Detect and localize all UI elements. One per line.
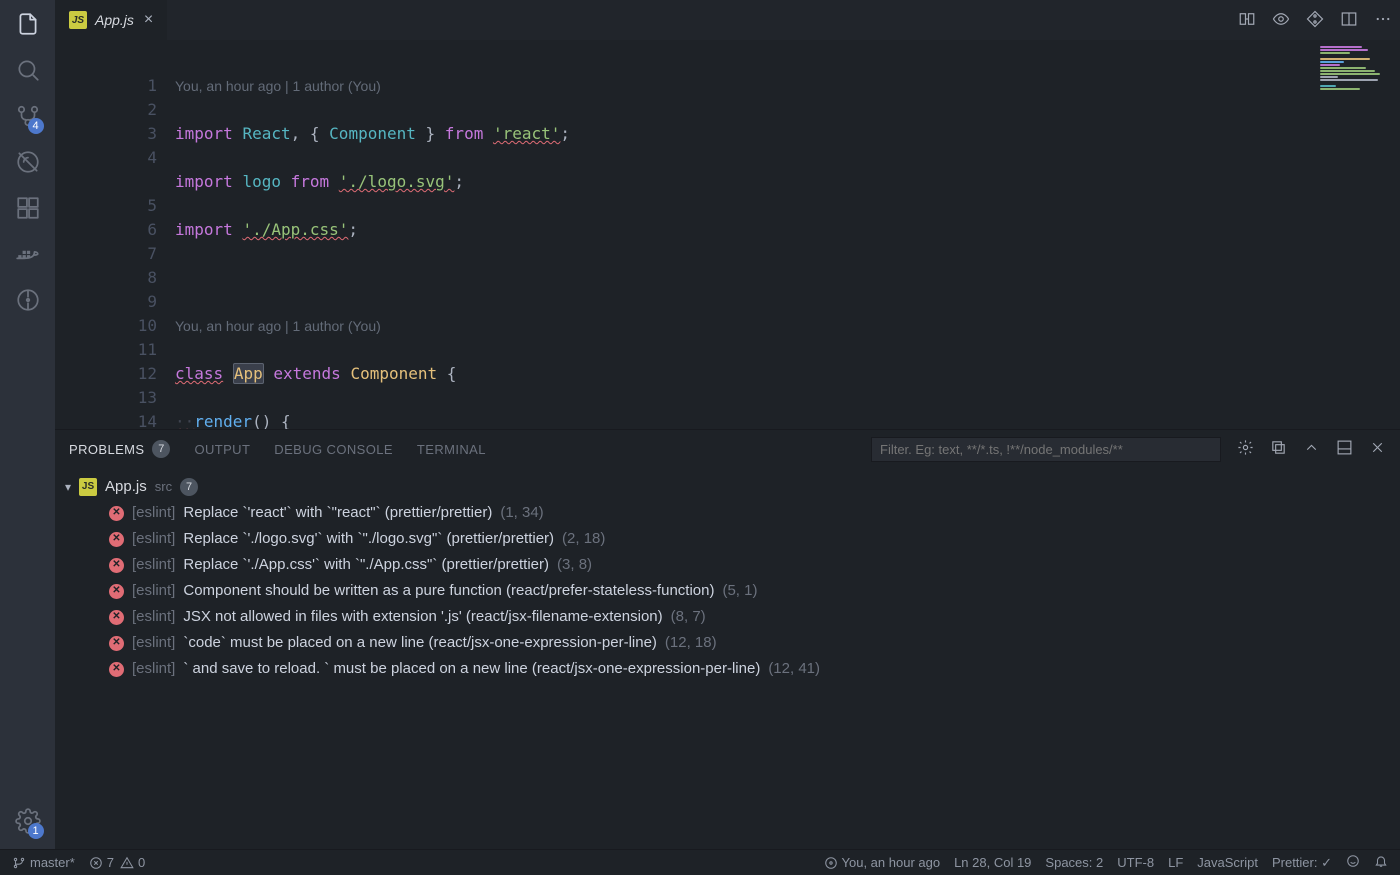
problem-location: (1, 34): [500, 500, 543, 526]
error-icon: ✕: [109, 558, 124, 573]
error-icon: ✕: [109, 506, 124, 521]
panel-tabs: PROBLEMS 7 OUTPUT DEBUG CONSOLE TERMINAL: [55, 430, 1400, 468]
problem-location: (3, 8): [557, 552, 592, 578]
problem-item[interactable]: ✕ [eslint] ` and save to reload. ` must be…: [65, 656, 1390, 682]
problem-message: Component should be written as a pure fu…: [183, 578, 714, 604]
bottom-panel: PROBLEMS 7 OUTPUT DEBUG CONSOLE TERMINAL: [55, 429, 1400, 849]
problem-item[interactable]: ✕ [eslint] Replace `'./logo.svg'` with `".…: [65, 526, 1390, 552]
gitlens-icon[interactable]: [14, 286, 42, 314]
problem-message: Replace `'react'` with `"react"` (pretti…: [183, 500, 492, 526]
filter-settings-icon[interactable]: [1237, 439, 1254, 459]
toggle-preview-icon[interactable]: [1272, 10, 1290, 31]
file-icon-js: JS: [79, 478, 97, 496]
docker-icon[interactable]: [14, 240, 42, 268]
error-icon: ✕: [109, 636, 124, 651]
feedback-icon[interactable]: [1346, 854, 1360, 871]
compare-changes-icon[interactable]: [1238, 10, 1256, 31]
problem-message: ` and save to reload. ` must be placed o…: [183, 656, 760, 682]
close-icon[interactable]: ×: [142, 11, 155, 29]
status-bar: master* 7 0 You, an hour ago Ln 28, Col …: [0, 849, 1400, 875]
code-lines[interactable]: You, an hour ago | 1 author (You) import…: [175, 40, 1400, 429]
scm-badge: 4: [28, 118, 44, 134]
problem-source: [eslint]: [132, 526, 175, 552]
problem-item[interactable]: ✕ [eslint] Replace `'react'` with `"react"…: [65, 500, 1390, 526]
problem-source: [eslint]: [132, 500, 175, 526]
main-area: 4 1 JS App.js ×: [0, 0, 1400, 849]
tab-output[interactable]: OUTPUT: [194, 442, 250, 457]
problem-source: [eslint]: [132, 656, 175, 682]
activity-bar: 4 1: [0, 0, 55, 849]
problem-message: Replace `'./App.css'` with `"./App.css"`…: [183, 552, 549, 578]
status-warnings[interactable]: 0: [120, 855, 145, 870]
editor-group: JS App.js × 1 2 3 4 5 6 7: [55, 0, 1400, 849]
problem-location: (8, 7): [671, 604, 706, 630]
problems-count-badge: 7: [152, 440, 170, 458]
problem-message: Replace `'./logo.svg'` with `"./logo.svg…: [183, 526, 554, 552]
problem-item[interactable]: ✕ [eslint] `code` must be placed on a new …: [65, 630, 1390, 656]
codelens[interactable]: You, an hour ago | 1 author (You): [175, 314, 1400, 338]
problems-filter-input[interactable]: [871, 437, 1221, 462]
status-eol[interactable]: LF: [1168, 855, 1183, 870]
maximize-panel-icon[interactable]: [1336, 439, 1353, 459]
tab-debug-console[interactable]: DEBUG CONSOLE: [274, 442, 393, 457]
problem-location: (2, 18): [562, 526, 605, 552]
status-blame[interactable]: You, an hour ago: [824, 855, 941, 870]
git-icon[interactable]: [1306, 10, 1324, 31]
split-editor-icon[interactable]: [1340, 10, 1358, 31]
file-problem-count: 7: [180, 478, 198, 496]
chevron-up-icon[interactable]: [1303, 439, 1320, 459]
problem-message: `code` must be placed on a new line (rea…: [183, 630, 657, 656]
tab-app-js[interactable]: JS App.js ×: [55, 0, 167, 40]
tab-bar: JS App.js ×: [55, 0, 1400, 40]
tab-label: App.js: [95, 12, 134, 28]
code-editor[interactable]: 1 2 3 4 5 6 7 8 9 10 11 12 13 14 15 You,…: [55, 40, 1400, 429]
status-encoding[interactable]: UTF-8: [1117, 855, 1154, 870]
status-cursor-position[interactable]: Ln 28, Col 19: [954, 855, 1031, 870]
editor-title-actions: [1238, 10, 1392, 31]
error-icon: ✕: [109, 584, 124, 599]
problem-source: [eslint]: [132, 578, 175, 604]
status-language[interactable]: JavaScript: [1197, 855, 1258, 870]
problem-location: (5, 1): [722, 578, 757, 604]
settings-icon[interactable]: 1: [14, 807, 42, 835]
more-icon[interactable]: [1374, 10, 1392, 31]
status-prettier[interactable]: Prettier: ✓: [1272, 855, 1332, 871]
file-icon-js: JS: [69, 11, 87, 29]
problem-item[interactable]: ✕ [eslint] Replace `'./App.css'` with `"./…: [65, 552, 1390, 578]
collapse-all-icon[interactable]: [1270, 439, 1287, 459]
extensions-icon[interactable]: [14, 194, 42, 222]
chevron-down-icon: ▾: [65, 474, 71, 500]
error-icon: ✕: [109, 662, 124, 677]
problem-source: [eslint]: [132, 630, 175, 656]
error-icon: ✕: [109, 532, 124, 547]
tab-terminal[interactable]: TERMINAL: [417, 442, 486, 457]
problem-source: [eslint]: [132, 604, 175, 630]
search-icon[interactable]: [14, 56, 42, 84]
problem-item[interactable]: ✕ [eslint] Component should be written as …: [65, 578, 1390, 604]
settings-badge: 1: [28, 823, 44, 839]
problem-location: (12, 18): [665, 630, 717, 656]
error-icon: ✕: [109, 610, 124, 625]
close-panel-icon[interactable]: [1369, 439, 1386, 459]
codelens[interactable]: You, an hour ago | 1 author (You): [175, 74, 1400, 98]
status-errors[interactable]: 7: [89, 855, 114, 870]
problem-location: (12, 41): [768, 656, 820, 682]
line-gutter: 1 2 3 4 5 6 7 8 9 10 11 12 13 14 15: [55, 40, 175, 429]
source-control-icon[interactable]: 4: [14, 102, 42, 130]
status-branch[interactable]: master*: [12, 855, 75, 870]
problems-file-row[interactable]: ▾ JS App.js src 7: [65, 474, 1390, 500]
problem-message: JSX not allowed in files with extension …: [183, 604, 662, 630]
minimap[interactable]: [1320, 46, 1390, 134]
problem-item[interactable]: ✕ [eslint] JSX not allowed in files with e…: [65, 604, 1390, 630]
explorer-icon[interactable]: [14, 10, 42, 38]
file-name: App.js: [105, 474, 147, 500]
file-path: src: [155, 474, 172, 500]
tab-problems[interactable]: PROBLEMS 7: [69, 440, 170, 458]
problem-source: [eslint]: [132, 552, 175, 578]
problems-list: ▾ JS App.js src 7 ✕ [eslint] Replace `'rea…: [55, 468, 1400, 849]
bell-icon[interactable]: [1374, 854, 1388, 871]
status-indent[interactable]: Spaces: 2: [1045, 855, 1103, 870]
debug-icon[interactable]: [14, 148, 42, 176]
